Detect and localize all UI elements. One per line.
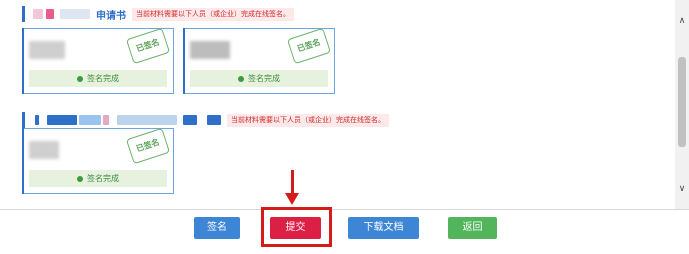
section-header-application: 申请书 当前材料需要以下人员（或企业）完成在线签名。	[22, 6, 294, 22]
signer-name-redacted	[190, 41, 230, 59]
chevron-down-icon[interactable]: ∨	[675, 182, 689, 196]
redacted-text	[35, 115, 39, 125]
sign-button[interactable]: 签名	[194, 217, 240, 239]
check-circle-icon	[77, 175, 83, 182]
chevron-up-icon[interactable]: ∧	[675, 14, 689, 28]
redacted-text	[33, 9, 43, 19]
redacted-text	[103, 115, 109, 125]
vertical-scrollbar[interactable]: ∧ ∨	[675, 0, 689, 209]
arrow-head	[285, 193, 299, 205]
signature-status: 签名完成	[190, 70, 328, 87]
signer-name-redacted	[29, 141, 59, 159]
signer-card: 已签名 签名完成	[22, 127, 174, 194]
download-document-button[interactable]: 下载文档	[348, 217, 419, 239]
check-circle-icon	[238, 75, 244, 82]
section-accent-bar	[22, 6, 25, 22]
redacted-text	[46, 9, 54, 19]
submit-highlight-box	[261, 207, 332, 247]
signer-card: 已签名 签名完成	[22, 27, 174, 94]
signed-stamp: 已签名	[125, 27, 171, 65]
redacted-text	[207, 115, 221, 125]
redacted-text	[60, 9, 90, 19]
signature-notice: 当前材料需要以下人员（或企业）完成在线签名。	[227, 113, 389, 127]
signer-card: 已签名 签名完成	[183, 27, 335, 94]
back-button[interactable]: 返回	[448, 217, 497, 239]
signer-name-redacted	[29, 41, 65, 59]
redacted-text	[117, 115, 177, 125]
signature-panel: 申请书 当前材料需要以下人员（或企业）完成在线签名。 已签名 签名完成 已签名 …	[0, 0, 689, 210]
redacted-text	[183, 115, 197, 125]
section-header-2: 当前材料需要以下人员（或企业）完成在线签名。	[22, 112, 389, 128]
check-circle-icon	[77, 75, 83, 82]
section-accent-bar	[22, 112, 25, 128]
signed-stamp: 已签名	[286, 27, 332, 65]
redacted-text	[47, 115, 77, 125]
scrollbar-thumb[interactable]	[678, 57, 686, 147]
signed-stamp: 已签名	[125, 127, 171, 165]
redacted-text	[79, 115, 101, 125]
signature-status: 签名完成	[29, 170, 167, 187]
section-title: 申请书	[96, 10, 126, 22]
signature-status: 签名完成	[29, 70, 167, 87]
signature-notice: 当前材料需要以下人员（或企业）完成在线签名。	[132, 7, 294, 21]
